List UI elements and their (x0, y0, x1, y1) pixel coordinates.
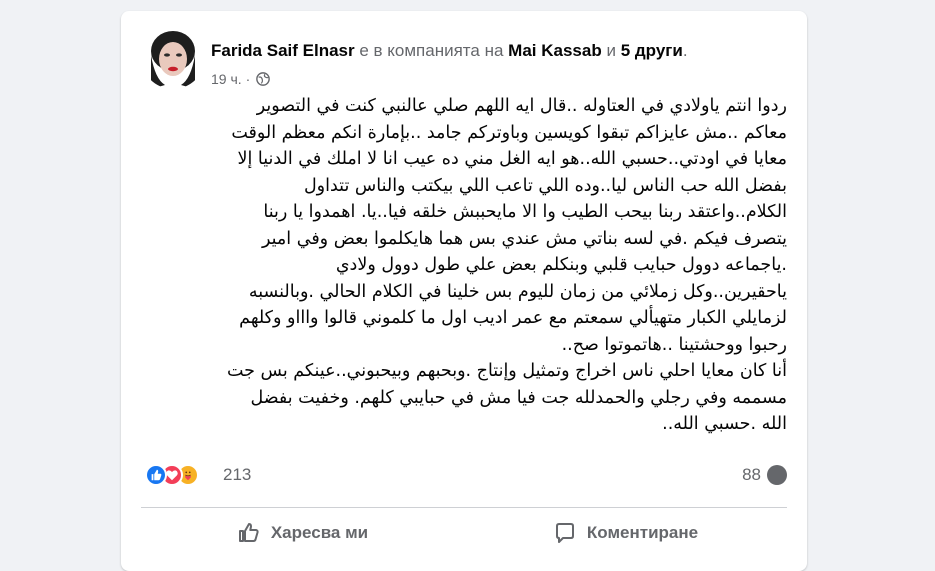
action-bar: Харесва ми Коментиране (141, 511, 787, 555)
author-name[interactable]: Farida Saif Elnasr (211, 41, 355, 60)
message-line: الله .حسبي الله.. (662, 414, 787, 434)
message-line: ردوا انتم ياولادي في العتاوله ..قال ايه … (256, 96, 787, 116)
like-icon (145, 464, 167, 486)
message-line: يتصرف فيكم .في لسه بناتي مش عندي بس هما … (262, 228, 787, 249)
like-label: Харесва ми (270, 523, 369, 542)
post-time[interactable]: 19 ч. (211, 71, 242, 87)
post-message: ردوا انتم ياولادي في العتاوله ..قال ايه … (141, 93, 787, 438)
others-link[interactable]: 5 други (621, 41, 683, 60)
tagged-person[interactable]: Mai Kassab (508, 41, 602, 60)
comment-label: Коментиране (586, 523, 699, 542)
comment-count-value: 88 (742, 465, 761, 484)
like-button[interactable]: Харесва ми (141, 511, 464, 555)
actions-divider (141, 507, 787, 508)
post-card: Farida Saif Elnasr е в компанията на Mai… (121, 11, 807, 571)
comment-bubble-icon (767, 465, 787, 485)
message-line: الكلام..واعتقد ربنا بيحب الطيب وا الا ما… (263, 202, 787, 222)
reactions-bar: 213 88 (141, 461, 787, 489)
message-line: لزمايلي الكبار متهيألي سمعتم مع عمر اديب… (239, 308, 787, 328)
comment-button[interactable]: Коментиране (464, 511, 787, 555)
period-text: . (682, 41, 688, 60)
author-avatar[interactable] (141, 25, 205, 89)
message-line: معايا في اودتي..حسبي الله..هو ايه الغل م… (237, 149, 787, 169)
with-text: е в компанията на (359, 41, 504, 60)
message-line: .ياجماعه دوول حبايب قلبي وبنكلم بعض علي … (335, 255, 787, 275)
comment-count[interactable]: 88 (742, 465, 787, 485)
author-line: Farida Saif Elnasr е в компанията на Mai… (211, 41, 688, 61)
thumbs-up-icon (238, 523, 259, 542)
post-meta: 19 ч. · (211, 71, 271, 87)
message-line: أنا كان معايا احلي ناس اخراج وتمثيل وإنت… (226, 361, 787, 381)
message-line: ياحقيرين..وكل زملائي من زمان لليوم بس خل… (248, 281, 787, 302)
message-line: بفضل الله حب الناس ليا..وده اللي تاعب ال… (303, 175, 787, 196)
message-line: رحبوا ووحشتينا ..هاتموتوا صح.. (561, 334, 787, 355)
globe-icon[interactable] (256, 72, 271, 86)
comment-icon (555, 523, 574, 543)
message-line: مسممه وفي رجلي والحمدلله جت فيا مش في حب… (250, 387, 787, 408)
message-line: معاكم ..مش عايزاكم تبقوا كويسين وباوتركم… (231, 122, 787, 143)
meta-separator: · (245, 71, 251, 87)
post-header: Farida Saif Elnasr е в компанията на Mai… (141, 25, 787, 89)
and-text: и (606, 41, 616, 60)
reaction-count[interactable]: 213 (223, 465, 251, 485)
